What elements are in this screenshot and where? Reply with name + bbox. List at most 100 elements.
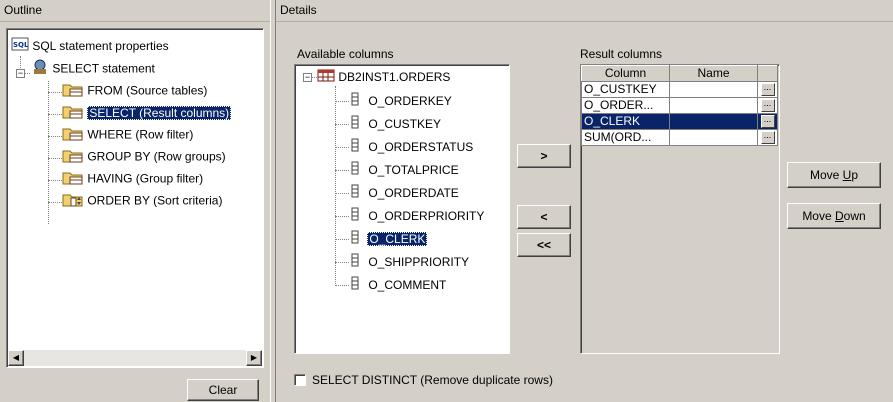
column-icon [349, 184, 361, 203]
tree-item-order-by[interactable]: ORDER BY (Sort criteria) [62, 191, 222, 209]
tree-item-sql-properties[interactable]: SQL SQL statement properties [11, 37, 169, 55]
folder-sort-icon [62, 191, 84, 212]
distinct-checkbox[interactable] [294, 374, 306, 386]
ellipsis-button[interactable]: ... [760, 115, 775, 128]
scroll-left-button[interactable]: ◀ [8, 350, 24, 366]
table-name: DB2INST1.ORDERS [338, 70, 451, 84]
folder-table-icon [62, 103, 84, 124]
folder-table-icon [62, 147, 84, 168]
tree-item-label: SELECT (Result columns) [87, 105, 232, 120]
ellipsis-button[interactable]: ... [760, 83, 775, 96]
query-icon [31, 59, 49, 80]
column-icon [349, 161, 361, 180]
tree-item-label: SELECT statement [52, 61, 155, 76]
column-icon [349, 276, 361, 295]
column-item[interactable]: O_CUSTKEY [349, 115, 441, 133]
result-name-cell[interactable] [669, 113, 758, 130]
result-column-cell[interactable]: O_CLERK [581, 113, 670, 130]
result-row-selected[interactable]: O_CLERK ... [581, 113, 778, 130]
tree-item-label: SQL statement properties [32, 39, 169, 53]
column-icon [349, 138, 361, 157]
scroll-right-button[interactable]: ▶ [246, 350, 262, 366]
horizontal-scrollbar[interactable]: ◀ ▶ [8, 350, 262, 366]
result-table: Column Name O_CUSTKEY ... O_ORDER... ...… [581, 65, 778, 146]
column-name: O_CUSTKEY [368, 117, 442, 131]
move-up-label-post: p [851, 168, 859, 182]
column-icon [349, 207, 361, 226]
details-title: Details [280, 3, 317, 17]
distinct-option[interactable]: SELECT DISTINCT (Remove duplicate rows) [294, 372, 553, 388]
details-header: Details [276, 0, 893, 22]
outline-header: Outline [0, 0, 270, 22]
result-name-cell[interactable] [669, 129, 758, 146]
move-down-button[interactable]: Move Down [787, 203, 881, 229]
blank-header [757, 65, 778, 82]
add-column-button[interactable]: > [517, 144, 571, 168]
outline-title: Outline [4, 3, 43, 17]
result-row[interactable]: O_CUSTKEY ... [581, 81, 778, 98]
move-up-label-pre: Move [809, 168, 843, 182]
move-up-button[interactable]: Move Up [787, 162, 881, 188]
column-item-selected[interactable]: O_CLERK [349, 230, 428, 249]
column-icon [349, 230, 361, 249]
result-row[interactable]: SUM(ORD... ... [581, 129, 778, 146]
column-item[interactable]: O_COMMENT [349, 276, 446, 294]
tree-item-group-by[interactable]: GROUP BY (Row groups) [62, 147, 226, 165]
result-column-cell[interactable]: O_ORDER... [581, 97, 670, 114]
folder-table-icon [62, 125, 84, 146]
clear-label: Clear [208, 383, 238, 397]
remove-column-button[interactable]: < [517, 205, 571, 229]
result-name-cell[interactable] [669, 81, 758, 98]
ellipsis-button[interactable]: ... [760, 99, 775, 112]
result-column-cell[interactable]: SUM(ORD... [581, 129, 670, 146]
table-node[interactable]: DB2INST1.ORDERS [317, 68, 450, 86]
tree-item-from[interactable]: FROM (Source tables) [62, 81, 207, 99]
remove-all-columns-button[interactable]: << [517, 233, 571, 257]
folder-table-icon [62, 169, 84, 190]
tree-item-select-columns[interactable]: SELECT (Result columns) [62, 103, 232, 124]
tree-item-label: HAVING (Group filter) [87, 171, 204, 186]
column-name: O_COMMENT [368, 278, 447, 292]
column-name: O_ORDERKEY [368, 94, 452, 108]
column-name: O_ORDERPRIORITY [368, 209, 485, 223]
outline-tree[interactable]: − SQL SQL statement properties SELECT st… [6, 28, 264, 368]
tree-item-select-statement[interactable]: SELECT statement [31, 59, 155, 77]
folder-table-icon [62, 81, 84, 102]
result-header-row: Column Name [581, 65, 778, 82]
tree-item-label: WHERE (Row filter) [87, 127, 194, 142]
name-header[interactable]: Name [669, 65, 758, 82]
collapse-toggle[interactable]: − [16, 69, 25, 78]
column-icon [349, 115, 361, 134]
move-down-label-post: own [843, 209, 866, 223]
table-icon [317, 68, 335, 87]
ellipsis-cell: ... [757, 81, 778, 98]
tree-item-label: GROUP BY (Row groups) [87, 149, 226, 164]
tree-item-label: ORDER BY (Sort criteria) [87, 193, 223, 208]
svg-text:SQL: SQL [13, 41, 29, 49]
column-icon [349, 253, 361, 272]
tree-item-where[interactable]: WHERE (Row filter) [62, 125, 193, 143]
column-item[interactable]: O_ORDERKEY [349, 92, 452, 110]
result-column-cell[interactable]: O_CUSTKEY [581, 81, 670, 98]
ellipsis-cell: ... [757, 129, 778, 146]
column-item[interactable]: O_ORDERDATE [349, 184, 459, 202]
column-header[interactable]: Column [581, 65, 670, 82]
column-name: O_TOTALPRICE [368, 163, 459, 177]
column-item[interactable]: O_TOTALPRICE [349, 161, 459, 179]
panel-divider[interactable] [270, 0, 276, 402]
available-columns-tree[interactable]: − DB2INST1.ORDERS O_ORDERKEY O_CUSTKEY O… [294, 64, 510, 354]
collapse-toggle[interactable]: − [303, 73, 312, 82]
result-columns-grid[interactable]: Column Name O_CUSTKEY ... O_ORDER... ...… [580, 64, 780, 354]
column-item[interactable]: O_ORDERSTATUS [349, 138, 473, 156]
result-name-cell[interactable] [669, 97, 758, 114]
tree-item-having[interactable]: HAVING (Group filter) [62, 169, 203, 187]
column-item[interactable]: O_ORDERPRIORITY [349, 207, 484, 225]
ellipsis-button[interactable]: ... [760, 131, 775, 144]
column-name: O_SHIPPRIORITY [368, 255, 470, 269]
result-row[interactable]: O_ORDER... ... [581, 97, 778, 114]
column-item[interactable]: O_SHIPPRIORITY [349, 253, 469, 271]
ellipsis-cell: ... [757, 113, 778, 130]
clear-button[interactable]: Clear [187, 379, 259, 401]
move-down-label-pre: Move [802, 209, 835, 223]
distinct-label: SELECT DISTINCT (Remove duplicate rows) [312, 373, 553, 387]
